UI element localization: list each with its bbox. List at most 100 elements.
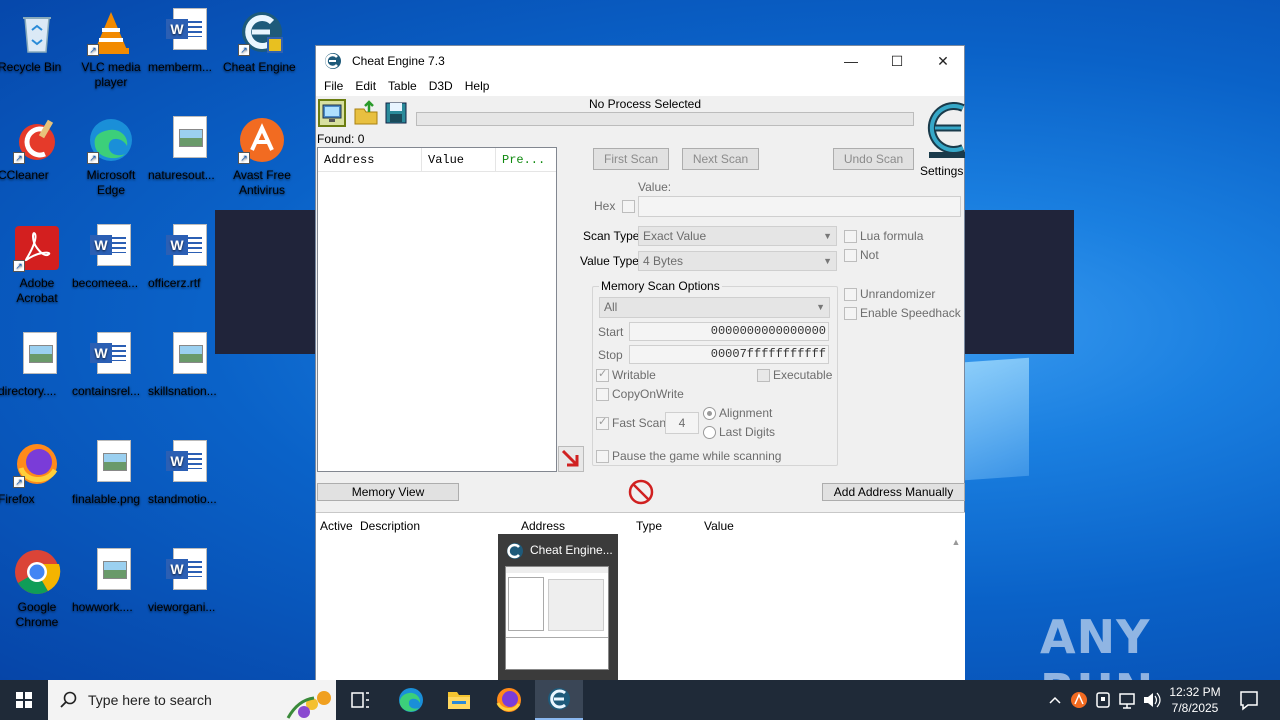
taskbar-thumbnail-preview[interactable]: Cheat Engine... [498,534,618,680]
start-button[interactable] [0,680,48,720]
not-checkbox[interactable] [844,249,857,262]
volume-tray-icon[interactable] [1140,680,1162,720]
close-button[interactable]: ✕ [920,46,966,76]
desktop-icon-standmotio[interactable]: W standmotio... [148,440,226,506]
desktop-icon-officerz[interactable]: W officerz.rtf [148,224,226,290]
taskbar-clock[interactable]: 12:32 PM 7/8/2025 [1160,684,1230,716]
desktop-icon-ccleaner[interactable]: ↗ CCleaner [0,116,76,182]
desktop-icon-skillsnation[interactable]: skillsnation... [148,332,226,398]
start-address-input[interactable]: 0000000000000000 [629,322,829,341]
column-value[interactable]: Value [704,519,734,533]
value-type-select[interactable]: 4 Bytes ▼ [638,251,837,271]
writable-checkbox[interactable] [596,367,609,382]
add-address-manually-button[interactable]: Add Address Manually [822,483,965,501]
alignment-radio[interactable] [703,407,716,420]
chevron-down-icon: ▼ [816,302,825,312]
memory-region-select[interactable]: All ▼ [599,297,830,318]
vlc-icon: ↗ [87,8,135,56]
save-file-button[interactable] [382,99,410,127]
taskbar-file-explorer[interactable] [438,680,480,720]
network-tray-icon[interactable] [1116,680,1138,720]
microsoft-edge-icon [399,688,423,712]
notifications-button[interactable] [1234,680,1264,720]
desktop-icon-microsoft-edge[interactable]: ↗ Microsoft Edge [72,116,150,197]
column-value[interactable]: Value [422,148,496,171]
hex-label: Hex [594,199,616,213]
next-scan-button[interactable]: Next Scan [682,148,759,170]
menu-d3d[interactable]: D3D [423,79,459,93]
column-type[interactable]: Type [636,519,662,533]
desktop-icon-adobe-acrobat[interactable]: ↗ Adobe Acrobat [0,224,76,305]
desktop-icon-finalable[interactable]: finalable.png [72,440,150,506]
desktop-icon-vlc[interactable]: ↗ VLC media player [72,8,150,89]
title-bar[interactable]: Cheat Engine 7.3 — ☐ ✕ [316,46,964,76]
taskbar-cheat-engine[interactable] [535,680,583,720]
executable-checkbox[interactable] [757,369,770,382]
lua-formula-checkbox[interactable] [844,230,857,243]
last-digits-radio[interactable] [703,426,716,439]
desktop-icon-becomeea[interactable]: W becomeea... [72,224,150,290]
word-document-icon: W [163,224,211,272]
desktop-icon-howwork[interactable]: howwork.... [72,548,150,614]
avast-tray-icon[interactable] [1068,680,1090,720]
word-document-icon: W [163,8,211,56]
task-view-button[interactable] [340,680,380,720]
desktop-icon-vieworgani[interactable]: W vieworgani... [148,548,226,614]
speaker-icon [1144,692,1161,708]
desktop-icon-recycle-bin[interactable]: Recycle Bin [0,8,76,74]
found-count: Found: 0 [317,132,365,146]
stop-address-input[interactable]: 00007fffffffffff [629,345,829,364]
maximize-button[interactable]: ☐ [874,46,920,76]
desktop-icon-google-chrome[interactable]: Google Chrome [0,548,76,629]
desktop-icon-avast[interactable]: ↗ Avast Free Antivirus [223,116,301,197]
fast-scan-checkbox[interactable] [596,415,609,430]
minimize-button[interactable]: — [828,46,874,76]
desktop-icon-memberm[interactable]: W memberm... [148,8,226,74]
add-found-to-list-button[interactable] [558,446,584,472]
value-input[interactable] [638,196,961,217]
stop-clear-button[interactable] [628,479,654,505]
column-address[interactable]: Address [521,519,565,533]
device-tray-icon[interactable] [1092,680,1114,720]
speedhack-checkbox[interactable] [844,307,857,320]
column-description[interactable]: Description [360,519,420,533]
notification-icon [1240,691,1258,711]
found-address-list[interactable]: Address Value Pre... [317,147,557,472]
column-previous[interactable]: Pre... [496,148,556,171]
cheat-table-list[interactable]: Active Description Address Type Value ▲ [316,512,965,686]
unrandomizer-checkbox[interactable] [844,288,857,301]
shortcut-arrow-icon: ↗ [13,476,25,488]
cheat-engine-logo-icon [927,102,965,158]
shortcut-arrow-icon: ↗ [13,260,25,272]
select-process-button[interactable] [318,99,346,127]
desktop-icon-directory[interactable]: directory.... [0,332,76,398]
undo-scan-button[interactable]: Undo Scan [833,148,914,170]
fast-scan-value-input[interactable]: 4 [665,412,699,434]
menu-help[interactable]: Help [459,79,496,93]
pause-game-checkbox[interactable] [596,450,609,463]
hex-checkbox[interactable] [622,200,635,213]
menu-edit[interactable]: Edit [349,79,382,93]
memory-view-button[interactable]: Memory View [317,483,459,501]
desktop-icon-containsrel[interactable]: W containsrel... [72,332,150,398]
menu-table[interactable]: Table [382,79,423,93]
image-file-icon [163,332,211,380]
show-hidden-icons-button[interactable] [1046,680,1064,720]
taskbar-edge[interactable] [390,680,432,720]
first-scan-button[interactable]: First Scan [593,148,669,170]
red-arrow-icon [561,449,579,467]
column-address[interactable]: Address [318,148,422,171]
cheat-table-scrollbar[interactable]: ▲ [949,537,963,685]
desktop-icon-cheat-engine[interactable]: ↗ Cheat Engine [223,8,301,74]
settings-button[interactable]: Settings [919,96,966,178]
open-file-button[interactable] [352,99,380,127]
desktop-icon-firefox[interactable]: ↗ Firefox [0,440,76,506]
scan-type-select[interactable]: Exact Value ▼ [638,226,837,246]
column-active[interactable]: Active [320,519,353,533]
taskbar-search-box[interactable]: Type here to search [48,680,336,720]
menu-file[interactable]: File [318,79,349,93]
desktop-icon-naturesout[interactable]: naturesout... [148,116,226,182]
taskbar-firefox[interactable] [488,680,530,720]
copyonwrite-checkbox[interactable] [596,388,609,401]
executable-label: Executable [773,368,833,382]
